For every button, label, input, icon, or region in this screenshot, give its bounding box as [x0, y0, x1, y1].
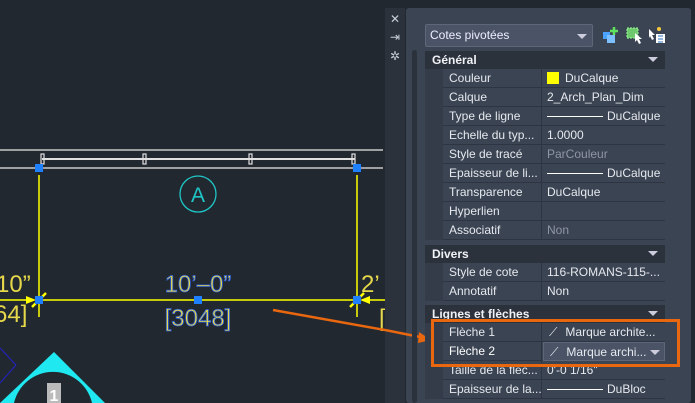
property-label: Hyperlien	[443, 202, 542, 221]
property-value-text: ParCouleur	[547, 147, 608, 161]
object-type-dropdown[interactable]: Cotes pivotées	[425, 24, 593, 47]
object-type-value: Cotes pivotées	[430, 28, 510, 42]
collapse-icon[interactable]	[648, 57, 658, 62]
section-header-0[interactable]: Général	[425, 51, 665, 69]
scrollbar[interactable]	[412, 50, 417, 403]
property-row[interactable]: Style de cote 116-ROMANS-115-...	[443, 263, 665, 282]
property-label: Transparence	[443, 183, 542, 202]
property-value-text: 1.0000	[547, 128, 584, 142]
property-value[interactable]: DuCalque	[543, 107, 665, 126]
line-sample-icon	[547, 389, 603, 391]
property-value-text: 2_Arch_Plan_Dim	[547, 90, 644, 104]
property-row[interactable]: Epaisseur de li... DuCalque	[443, 164, 665, 183]
property-value[interactable]: DuBloc	[543, 380, 665, 399]
property-row[interactable]: Type de ligne DuCalque	[443, 107, 665, 126]
select-objects-icon[interactable]	[626, 26, 644, 44]
property-value-text: DuCalque	[607, 166, 661, 180]
property-value-text: Non	[547, 284, 570, 298]
property-row[interactable]: Annotatif Non	[443, 282, 665, 301]
property-label: Couleur	[443, 69, 542, 88]
property-value[interactable]: 1.0000	[543, 126, 665, 145]
toggle-pickadd-icon[interactable]	[602, 26, 620, 44]
left-dimension-text: 10”	[0, 271, 31, 298]
left-dimension-alt: 64]	[0, 301, 27, 328]
property-value[interactable]: 116-ROMANS-115-...	[543, 263, 665, 282]
highlight-box	[431, 319, 680, 367]
property-value[interactable]	[543, 202, 665, 221]
property-row[interactable]: Echelle du typ... 1.0000	[443, 126, 665, 145]
chevron-down-icon	[577, 34, 587, 39]
property-value[interactable]: DuCalque	[543, 164, 665, 183]
property-value[interactable]: Non	[543, 221, 665, 240]
property-row[interactable]: Couleur DuCalque	[443, 69, 665, 88]
property-row[interactable]: Calque 2_Arch_Plan_Dim	[443, 88, 665, 107]
right-dimension-text: 2’	[361, 271, 380, 298]
section-indent	[425, 69, 443, 240]
property-label: Echelle du typ...	[443, 126, 542, 145]
property-value-text: 116-ROMANS-115-...	[547, 265, 660, 279]
collapse-icon[interactable]	[648, 251, 658, 256]
property-label: Style de cote	[443, 263, 542, 282]
section-title: Divers	[432, 247, 469, 261]
property-row[interactable]: Transparence DuCalque	[443, 183, 665, 202]
property-value[interactable]: 2_Arch_Plan_Dim	[543, 88, 665, 107]
collapse-icon[interactable]	[648, 311, 658, 316]
dimension-alt-text[interactable]: [3048]	[164, 305, 232, 333]
property-value-text: Non	[547, 223, 570, 237]
property-label: Epaisseur de li...	[443, 164, 542, 183]
close-icon[interactable]: ✕	[385, 12, 405, 26]
property-row[interactable]: Associatif Non	[443, 221, 665, 240]
property-label: Associatif	[443, 221, 542, 240]
dimension-text[interactable]: 10’–0”	[164, 271, 232, 299]
line-sample-icon	[547, 173, 603, 175]
section-header-1[interactable]: Divers	[425, 245, 665, 263]
property-row[interactable]: Epaisseur de la... DuBloc	[443, 380, 665, 399]
auto-hide-icon[interactable]: ⇥	[385, 30, 405, 44]
property-value-text: DuCalque	[565, 71, 619, 85]
property-value-text: DuCalque	[547, 185, 601, 199]
property-value[interactable]: DuCalque	[543, 183, 665, 202]
section-title: Général	[432, 53, 477, 67]
section-indent	[425, 263, 443, 301]
property-label: Calque	[443, 88, 542, 107]
property-row[interactable]: Style de tracé ParCouleur	[443, 145, 665, 164]
property-label: Type de ligne	[443, 107, 542, 126]
property-row[interactable]: Hyperlien	[443, 202, 665, 221]
line-sample-icon	[547, 116, 603, 118]
section-marker-label: 1	[50, 388, 59, 403]
property-label: Epaisseur de la...	[443, 380, 542, 399]
property-value-text: DuCalque	[607, 109, 661, 123]
color-swatch	[547, 72, 559, 84]
drawing-canvas[interactable]: A 10’–0” [3048] 10” 64] 2’ [ 1	[0, 0, 385, 403]
settings-icon[interactable]: ✲	[385, 49, 405, 63]
grid-bubble-label: A	[191, 184, 205, 207]
property-value-text: DuBloc	[607, 382, 646, 396]
property-value[interactable]: Non	[543, 282, 665, 301]
property-label: Style de tracé	[443, 145, 542, 164]
property-label: Annotatif	[443, 282, 542, 301]
property-value[interactable]: DuCalque	[543, 69, 665, 88]
property-value[interactable]: ParCouleur	[543, 145, 665, 164]
quick-select-icon[interactable]	[648, 26, 666, 44]
